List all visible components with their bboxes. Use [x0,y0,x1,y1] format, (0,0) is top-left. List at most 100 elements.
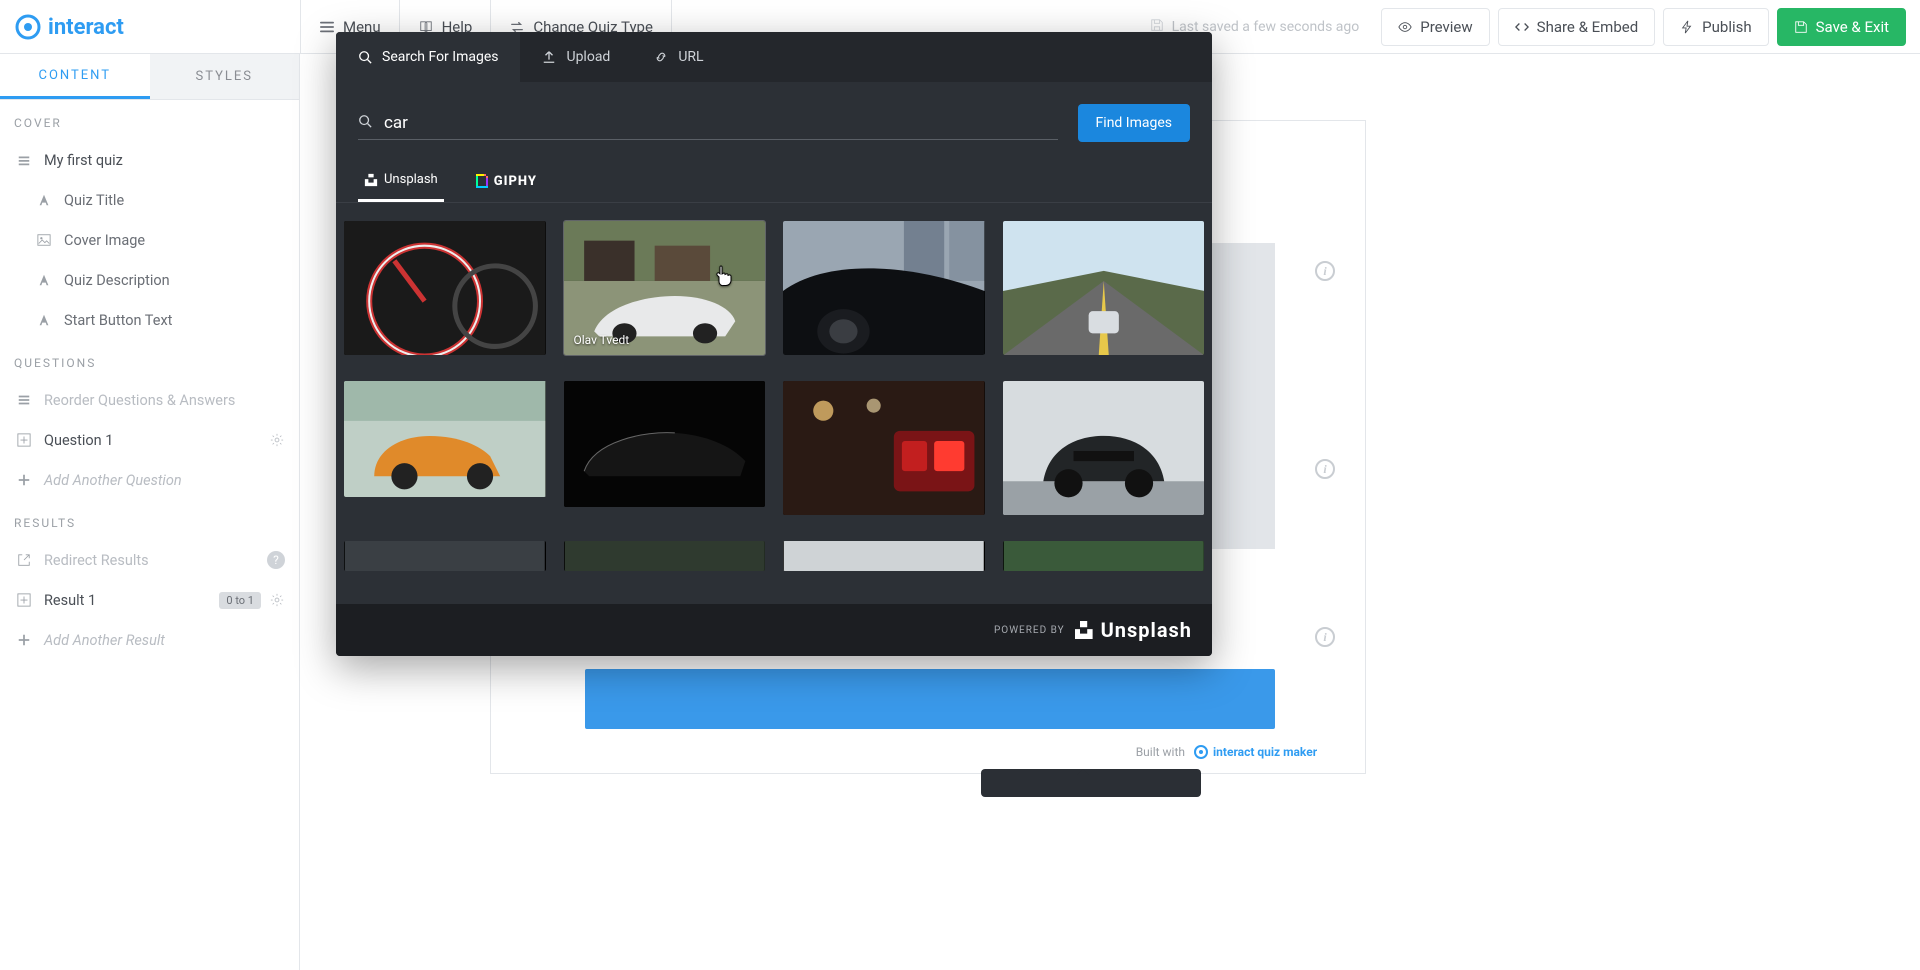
image-result[interactable] [1003,381,1205,515]
unsplash-brand-text: Unsplash [1101,618,1192,642]
image-result[interactable] [1003,221,1205,355]
gear-icon[interactable] [269,433,285,447]
info-icon[interactable]: i [1315,261,1335,281]
reorder-icon [16,393,32,407]
sidebar-item-quiz-title[interactable]: Quiz Title [0,180,299,220]
section-cover-header: COVER [0,100,299,140]
help-icon[interactable]: ? [267,551,285,569]
result-1-label: Result 1 [44,592,96,609]
plus-icon [16,633,32,647]
image-result[interactable] [783,541,985,571]
image-result[interactable] [1003,541,1205,571]
built-with-branding[interactable]: Built with interact quiz maker [1136,743,1343,761]
image-result[interactable] [564,541,766,571]
modal-tab-url[interactable]: URL [632,32,725,82]
sidebar-item-quiz-name[interactable]: My first quiz [0,140,299,180]
gear-icon[interactable] [269,593,285,607]
font-icon [36,273,52,287]
eye-icon [1398,20,1412,34]
sidebar-tabs: CONTENT STYLES [0,54,299,100]
modal-tab-upload[interactable]: Upload [520,32,632,82]
quiz-title-label: Quiz Title [64,192,124,209]
provider-unsplash-label: Unsplash [384,172,438,187]
sidebar-item-reorder-qa[interactable]: Reorder Questions & Answers [0,380,299,420]
image-result[interactable] [344,381,546,497]
svg-text:interact: interact [48,15,124,40]
tab-styles[interactable]: STYLES [150,54,300,99]
add-question-label: Add Another Question [44,472,182,489]
question-1-label: Question 1 [44,432,113,449]
branding-tooltip [981,769,1201,797]
save-exit-button[interactable]: Save & Exit [1777,8,1906,46]
external-link-icon [16,553,32,567]
provider-tabs: Unsplash GIPHY [336,154,1212,203]
publish-button[interactable]: Publish [1663,8,1768,46]
share-embed-button[interactable]: Share & Embed [1498,8,1656,46]
section-results-header: RESULTS [0,500,299,540]
provider-tab-giphy[interactable]: GIPHY [470,162,543,202]
sidebar-item-redirect-results[interactable]: Redirect Results ? [0,540,299,580]
unsplash-logo-icon [364,173,378,187]
find-images-button[interactable]: Find Images [1078,104,1190,142]
tab-content[interactable]: CONTENT [0,54,150,99]
reorder-qa-label: Reorder Questions & Answers [44,392,235,409]
redirect-results-trail: ? [267,551,285,569]
plus-square-icon [16,433,32,447]
font-icon [36,193,52,207]
search-input-wrap[interactable] [358,107,1058,140]
image-result[interactable] [783,381,985,515]
image-result[interactable] [564,381,766,507]
info-icon[interactable]: i [1315,627,1335,647]
image-grid-wrap[interactable]: Olav Tvedt [336,203,1212,604]
bolt-icon [1680,20,1694,34]
image-grid-row-3 [344,541,1204,571]
preview-label: Preview [1420,18,1472,36]
save-icon [1794,20,1808,34]
unsplash-wordmark[interactable]: Unsplash [1075,618,1192,642]
section-questions-header: QUESTIONS [0,340,299,380]
brand-text: interact quiz maker [1213,745,1318,759]
provider-tab-unsplash[interactable]: Unsplash [358,162,444,202]
start-button-text-label: Start Button Text [64,312,172,329]
share-embed-label: Share & Embed [1537,18,1639,36]
image-result[interactable] [344,221,546,355]
sidebar-item-quiz-description[interactable]: Quiz Description [0,260,299,300]
sidebar-add-result[interactable]: Add Another Result [0,620,299,660]
image-result[interactable] [783,221,985,355]
sidebar-scroll[interactable]: COVER My first quiz Quiz Title Cover Ima… [0,100,299,970]
sidebar-item-question-1[interactable]: Question 1 [0,420,299,460]
add-result-label: Add Another Result [44,632,165,649]
result-1-badge: 0 to 1 [219,592,261,609]
sidebar-item-cover-image[interactable]: Cover Image [0,220,299,260]
sidebar-item-start-button-text[interactable]: Start Button Text [0,300,299,340]
image-grid-row-2 [344,381,1204,515]
modal-tab-search[interactable]: Search For Images [336,32,520,82]
modal-tab-search-label: Search For Images [382,49,498,65]
info-icon[interactable]: i [1315,459,1335,479]
quiz-name-label: My first quiz [44,152,123,169]
save-exit-label: Save & Exit [1816,18,1889,36]
provider-giphy-label: GIPHY [494,174,537,189]
unsplash-logo-icon [1075,621,1093,639]
font-icon [36,313,52,327]
plus-square-icon [16,593,32,607]
preview-button[interactable]: Preview [1381,8,1489,46]
redirect-results-label: Redirect Results [44,552,149,569]
image-result[interactable]: Olav Tvedt [564,221,766,355]
modal-search-row: Find Images [336,82,1212,154]
image-result[interactable] [344,541,546,571]
quiz-description-label: Quiz Description [64,272,170,289]
modal-tabs: Search For Images Upload URL [336,32,1212,82]
modal-tab-upload-label: Upload [566,49,610,65]
sidebar-add-question[interactable]: Add Another Question [0,460,299,500]
image-credit: Olav Tvedt [574,333,630,347]
layers-icon [16,153,32,167]
publish-label: Publish [1702,18,1751,36]
result-1-trail: 0 to 1 [219,592,285,609]
start-button-preview[interactable] [585,669,1275,729]
brand-logo: interact [0,0,300,54]
sidebar-item-result-1[interactable]: Result 1 0 to 1 [0,580,299,620]
modal-tab-url-label: URL [678,49,703,65]
search-input[interactable] [384,107,1058,139]
image-picker-modal: Search For Images Upload URL Find Images… [336,32,1212,656]
